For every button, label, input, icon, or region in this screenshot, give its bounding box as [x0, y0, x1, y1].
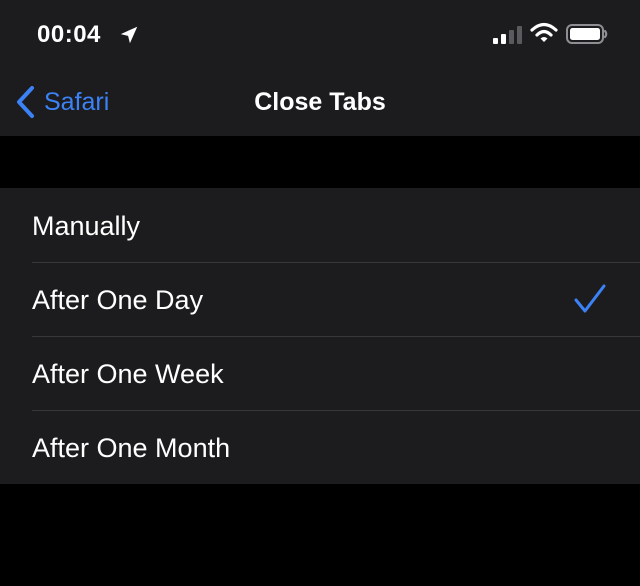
page-title: Close Tabs: [254, 88, 386, 116]
signal-bars-icon: [493, 26, 522, 44]
option-manually[interactable]: Manually: [0, 188, 640, 262]
option-label: After One Day: [32, 285, 204, 315]
battery-icon: [566, 24, 608, 44]
option-label: Manually: [32, 211, 141, 241]
background-area: [0, 486, 640, 586]
option-after-one-day[interactable]: After One Day: [0, 262, 640, 336]
navigation-bar: Safari Close Tabs: [0, 68, 640, 136]
close-tabs-options-list: Manually After One Day After One Week Af…: [0, 188, 640, 484]
status-bar: 00:04: [0, 0, 640, 68]
option-after-one-week[interactable]: After One Week: [0, 336, 640, 410]
option-label: After One Month: [32, 433, 231, 463]
option-label: After One Week: [32, 359, 224, 389]
location-arrow-icon: [120, 26, 138, 44]
wifi-icon: [530, 22, 558, 42]
checkmark-icon: [574, 284, 606, 313]
status-time: 00:04: [37, 21, 101, 48]
option-after-one-month[interactable]: After One Month: [0, 410, 640, 484]
section-gap: [0, 136, 640, 188]
